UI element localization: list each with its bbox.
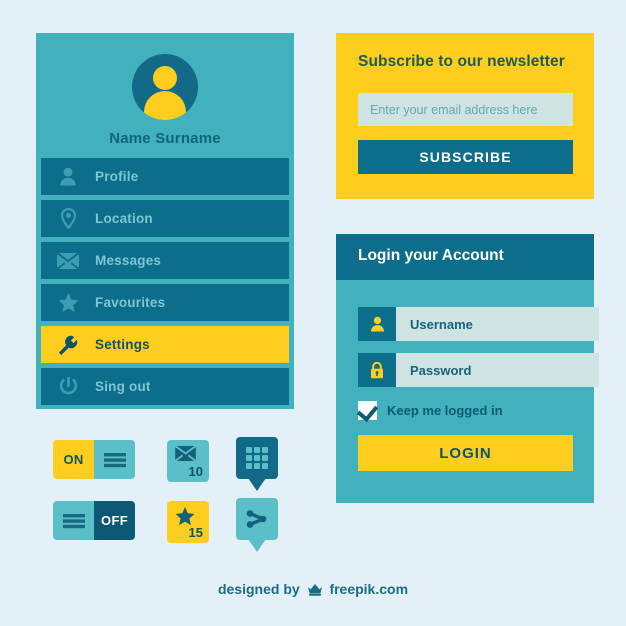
apps-map-pin[interactable] bbox=[236, 437, 278, 491]
subscribe-button[interactable]: SUBSCRIBE bbox=[358, 140, 573, 174]
username-field-row bbox=[358, 307, 599, 341]
password-field-row bbox=[358, 353, 599, 387]
profile-header: Name Surname bbox=[36, 33, 294, 158]
username-input[interactable] bbox=[396, 307, 599, 341]
user-avatar-icon bbox=[132, 54, 198, 120]
keep-logged-in-checkbox[interactable] bbox=[356, 399, 379, 423]
keep-logged-in-row[interactable]: Keep me logged in bbox=[356, 399, 503, 423]
login-card: Login your Account Username Password Kee… bbox=[336, 234, 599, 503]
hamburger-icon bbox=[94, 440, 135, 479]
login-title: Login your Account bbox=[358, 247, 504, 264]
favourites-count: 15 bbox=[188, 525, 203, 540]
checkmark-icon bbox=[356, 399, 379, 423]
messages-count: 10 bbox=[188, 464, 203, 479]
sidebar-item-favourites[interactable]: Favourites bbox=[41, 284, 289, 321]
sidebar-item-label: Sing out bbox=[95, 379, 151, 394]
sidebar-item-messages[interactable]: Messages bbox=[41, 242, 289, 279]
sidebar-item-location[interactable]: Location bbox=[41, 200, 289, 237]
sidebar-item-label: Messages bbox=[95, 253, 162, 268]
envelope-icon bbox=[174, 445, 197, 466]
toggle-off-label: OFF bbox=[101, 513, 128, 528]
star-icon bbox=[41, 292, 95, 313]
share-map-pin[interactable] bbox=[236, 498, 278, 552]
sidebar-item-label: Location bbox=[95, 211, 153, 226]
power-icon bbox=[41, 377, 95, 396]
toggle-on-label: ON bbox=[63, 452, 84, 467]
profile-name: Name Surname bbox=[109, 130, 221, 147]
toggle-switch-off[interactable]: OFF bbox=[53, 501, 135, 540]
toggle-on-label-half: ON bbox=[53, 440, 94, 479]
footer-credit-brand: freepik.com bbox=[329, 581, 409, 597]
sidebar-item-label: Favourites bbox=[95, 295, 166, 310]
ui-kit-canvas: Name Surname Profile Location Messages F… bbox=[0, 0, 626, 626]
sidebar-item-label: Profile bbox=[95, 169, 139, 184]
messages-badge-tile[interactable]: 10 bbox=[167, 440, 209, 482]
password-input[interactable] bbox=[396, 353, 599, 387]
pin-icon bbox=[41, 208, 95, 229]
toggle-switch-on[interactable]: ON bbox=[53, 440, 135, 479]
sidebar-item-label: Settings bbox=[95, 337, 150, 352]
keep-logged-in-label: Keep me logged in bbox=[387, 403, 503, 418]
pin-tail-shape bbox=[248, 539, 266, 552]
favourites-badge-tile[interactable]: 15 bbox=[167, 501, 209, 543]
envelope-icon bbox=[41, 252, 95, 269]
newsletter-email-input[interactable] bbox=[358, 93, 573, 126]
user-icon bbox=[41, 167, 95, 186]
sidebar-item-sing-out[interactable]: Sing out bbox=[41, 368, 289, 405]
newsletter-title: Subscribe to our newsletter bbox=[358, 53, 565, 70]
footer-credit-prefix: designed by bbox=[217, 581, 300, 597]
wrench-icon bbox=[41, 335, 95, 355]
sidebar-menu: Profile Location Messages Favourites Set… bbox=[41, 158, 289, 410]
share-icon bbox=[236, 498, 278, 540]
toggle-off-label-half: OFF bbox=[94, 501, 135, 540]
sidebar-item-profile[interactable]: Profile bbox=[41, 158, 289, 195]
freepik-crown-icon bbox=[307, 582, 323, 599]
user-icon bbox=[358, 307, 396, 341]
grid-apps-icon bbox=[236, 437, 278, 479]
newsletter-card: Subscribe to our newsletter SUBSCRIBE bbox=[336, 33, 594, 199]
footer-credit: designed by freepik.com bbox=[0, 581, 626, 599]
avatar-body-shape bbox=[144, 91, 186, 120]
hamburger-icon bbox=[53, 501, 94, 540]
login-button[interactable]: LOGIN bbox=[358, 435, 573, 471]
pin-tail-shape bbox=[248, 478, 266, 491]
lock-icon bbox=[358, 353, 396, 387]
sidebar-item-settings[interactable]: Settings bbox=[41, 326, 289, 363]
profile-menu-card: Name Surname Profile Location Messages F… bbox=[36, 33, 294, 409]
avatar-head-shape bbox=[153, 66, 177, 90]
